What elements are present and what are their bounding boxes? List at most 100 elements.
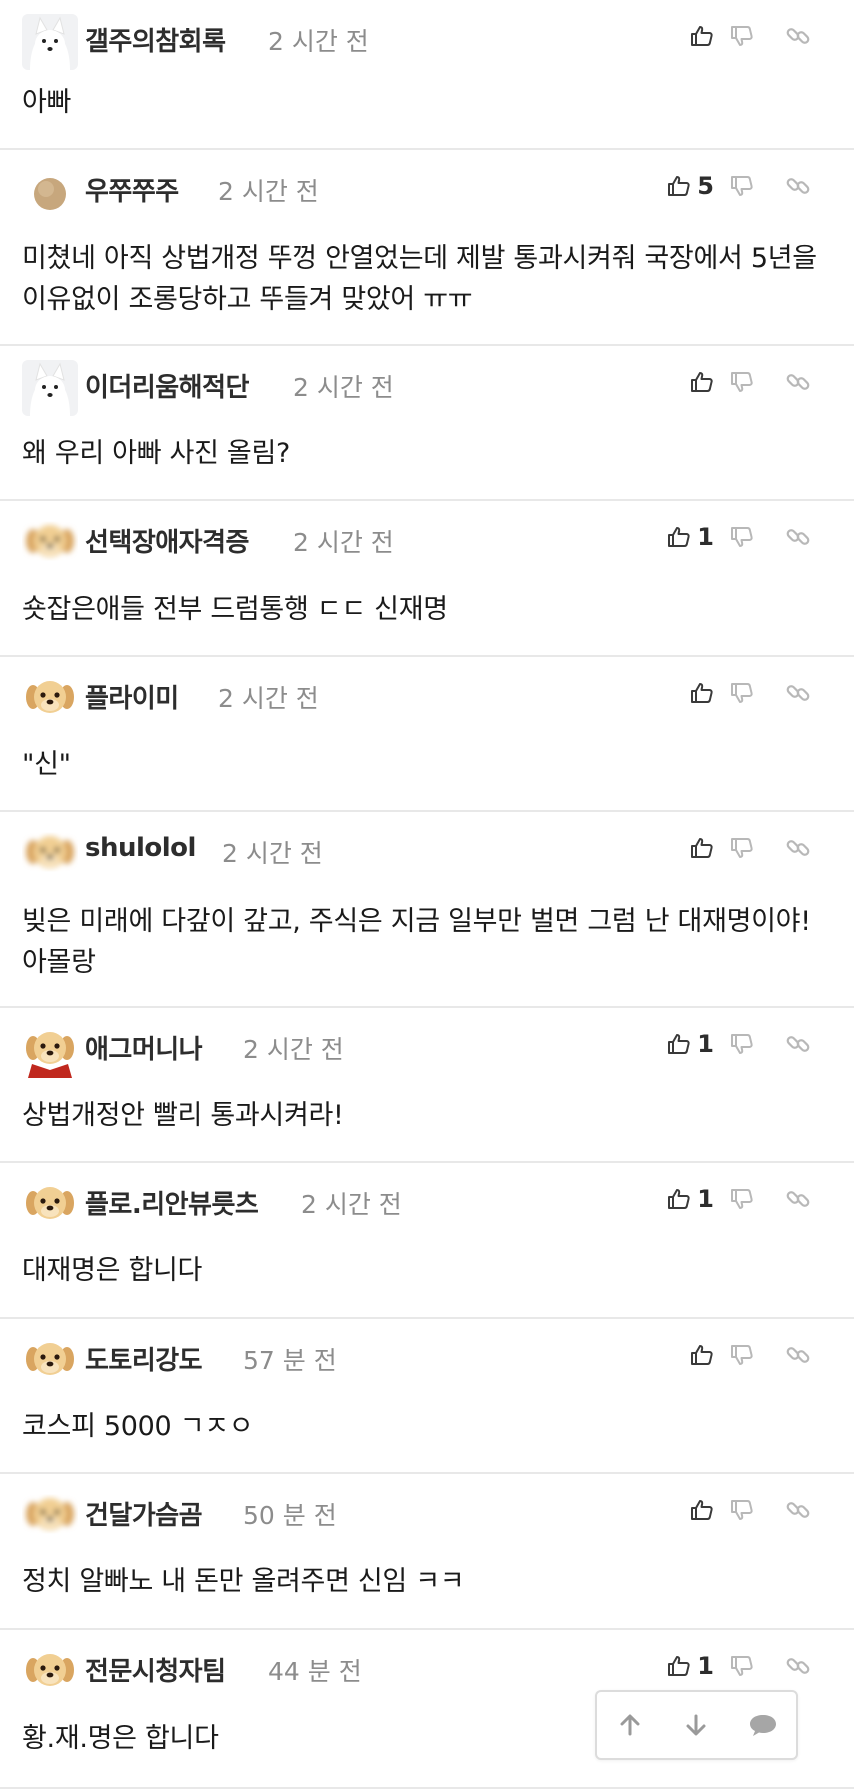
comment-time: 57 분 전 xyxy=(243,1346,337,1375)
comment-time: 2 시간 전 xyxy=(268,27,369,56)
comment-item: 우쭈쭈주 2 시간 전 5 미쳤네 아직 상법개정 뚜껑 안열었는데 제발 통과시켜줘… xyxy=(0,150,854,346)
like-button[interactable] xyxy=(650,18,714,54)
dislike-button[interactable] xyxy=(714,1181,770,1217)
comment-username[interactable]: 도토리강도 xyxy=(85,1340,203,1377)
comment-item: shulolol 2 시간 전 빚은 미래에 다갚이 갚고, 주식은 지금 일부만 … xyxy=(0,812,854,1008)
share-link-button[interactable] xyxy=(770,1648,826,1684)
dislike-button[interactable] xyxy=(714,830,770,866)
avatar[interactable] xyxy=(22,1022,78,1078)
like-button[interactable] xyxy=(650,1337,714,1373)
share-link-button[interactable] xyxy=(770,1181,826,1217)
scroll-down-button[interactable] xyxy=(668,1697,724,1753)
like-button[interactable] xyxy=(650,675,714,711)
comment-actions xyxy=(650,18,826,54)
thumbs-down-icon xyxy=(731,26,753,46)
share-link-button[interactable] xyxy=(770,168,826,204)
thumbs-up-icon xyxy=(668,527,690,547)
comment-username[interactable]: 건달가슴곰 xyxy=(85,1495,203,1532)
dislike-button[interactable] xyxy=(714,168,770,204)
comment-item: 도토리강도 57 분 전코스피 5000 ㄱㅈㅇ xyxy=(0,1319,854,1474)
comment-text: 대재명은 합니다 xyxy=(22,1255,203,1286)
thumbs-up-icon xyxy=(691,372,713,392)
comment-text: "신" xyxy=(22,749,71,780)
dislike-button[interactable] xyxy=(714,675,770,711)
share-link-button[interactable] xyxy=(770,830,826,866)
like-button[interactable]: 1 xyxy=(650,1026,714,1062)
comment-time: 2 시간 전 xyxy=(293,528,394,557)
thumbs-down-icon xyxy=(731,1500,753,1520)
share-link-button[interactable] xyxy=(770,519,826,555)
dislike-button[interactable] xyxy=(714,1492,770,1528)
comment-username[interactable]: shulolol xyxy=(85,833,196,863)
comment-username[interactable]: 플라이미 xyxy=(85,678,179,715)
dislike-button[interactable] xyxy=(714,1648,770,1684)
comment-username[interactable]: 플로.리안뷰릇츠 xyxy=(85,1184,259,1221)
like-button[interactable]: 1 xyxy=(650,1648,714,1684)
like-button[interactable] xyxy=(650,830,714,866)
comment-username[interactable]: 전문시청자팀 xyxy=(85,1651,226,1688)
avatar[interactable] xyxy=(22,14,78,70)
link-icon xyxy=(786,1658,810,1674)
dislike-button[interactable] xyxy=(714,1026,770,1062)
comment-actions xyxy=(650,675,826,711)
thumbs-up-icon xyxy=(691,683,713,703)
comment-username[interactable]: 우쭈쭈주 xyxy=(85,171,179,208)
dislike-button[interactable] xyxy=(714,18,770,54)
share-link-button[interactable] xyxy=(770,18,826,54)
like-button[interactable]: 5 xyxy=(650,168,714,204)
avatar[interactable] xyxy=(22,671,78,727)
like-button[interactable] xyxy=(650,364,714,400)
link-icon xyxy=(786,1191,810,1207)
thumbs-down-icon xyxy=(731,176,753,196)
avatar[interactable] xyxy=(22,515,78,571)
share-link-button[interactable] xyxy=(770,675,826,711)
like-count: 5 xyxy=(697,172,714,200)
like-button[interactable] xyxy=(650,1492,714,1528)
comment-item: 선택장애자격증 2 시간 전 1 숏잡은애들 전부 드럼통행 ㄷㄷ 신재명 xyxy=(0,501,854,657)
comment-username[interactable]: 갤주의참회록 xyxy=(85,21,226,58)
link-icon xyxy=(786,685,810,701)
avatar[interactable] xyxy=(22,1488,78,1544)
comment-username[interactable]: 선택장애자격증 xyxy=(85,522,249,559)
avatar[interactable] xyxy=(22,164,78,220)
thumbs-up-icon xyxy=(668,1034,690,1054)
like-button[interactable]: 1 xyxy=(650,519,714,555)
share-link-button[interactable] xyxy=(770,1492,826,1528)
like-count: 1 xyxy=(697,1030,714,1058)
comment-text: 코스피 5000 ㄱㅈㅇ xyxy=(22,1411,254,1442)
thumbs-down-icon xyxy=(731,683,753,703)
avatar[interactable] xyxy=(22,1177,78,1233)
thumbs-up-icon xyxy=(691,1345,713,1365)
avatar[interactable] xyxy=(22,1333,78,1389)
share-link-button[interactable] xyxy=(770,1337,826,1373)
thumbs-down-icon xyxy=(731,1656,753,1676)
like-button[interactable]: 1 xyxy=(650,1181,714,1217)
comment-actions xyxy=(650,1492,826,1528)
thumbs-down-icon xyxy=(731,1345,753,1365)
link-icon xyxy=(786,1036,810,1052)
link-icon xyxy=(786,840,810,856)
dislike-button[interactable] xyxy=(714,519,770,555)
comment-text: 빚은 미래에 다갚이 갚고, 주식은 지금 일부만 벌면 그럼 난 대재명이야!… xyxy=(22,906,811,978)
comment-text: 왜 우리 아빠 사진 올림? xyxy=(22,438,291,469)
share-link-button[interactable] xyxy=(770,364,826,400)
thumbs-up-icon xyxy=(691,26,713,46)
comment-text: 상법개정안 빨리 통과시켜라! xyxy=(22,1100,344,1131)
avatar[interactable] xyxy=(22,1644,78,1700)
dislike-button[interactable] xyxy=(714,1337,770,1373)
comment-username[interactable]: 애그머니나 xyxy=(85,1029,203,1066)
thumbs-up-icon xyxy=(668,176,690,196)
thumbs-down-icon xyxy=(731,1034,753,1054)
avatar[interactable] xyxy=(22,826,78,882)
comment-button[interactable] xyxy=(735,1697,791,1753)
comment-actions: 1 xyxy=(650,1181,826,1217)
share-link-button[interactable] xyxy=(770,1026,826,1062)
comment-item: 플로.리안뷰릇츠 2 시간 전 1 대재명은 합니다 xyxy=(0,1163,854,1319)
scroll-up-button[interactable] xyxy=(602,1697,658,1753)
dislike-button[interactable] xyxy=(714,364,770,400)
comment-actions: 5 xyxy=(650,168,826,204)
comment-username[interactable]: 이더리움해적단 xyxy=(85,367,249,404)
avatar[interactable] xyxy=(22,360,78,416)
thumbs-down-icon xyxy=(731,838,753,858)
comment-text: 미쳤네 아직 상법개정 뚜껑 안열었는데 제발 통과시켜줘 국장에서 5년을 이… xyxy=(22,243,817,315)
